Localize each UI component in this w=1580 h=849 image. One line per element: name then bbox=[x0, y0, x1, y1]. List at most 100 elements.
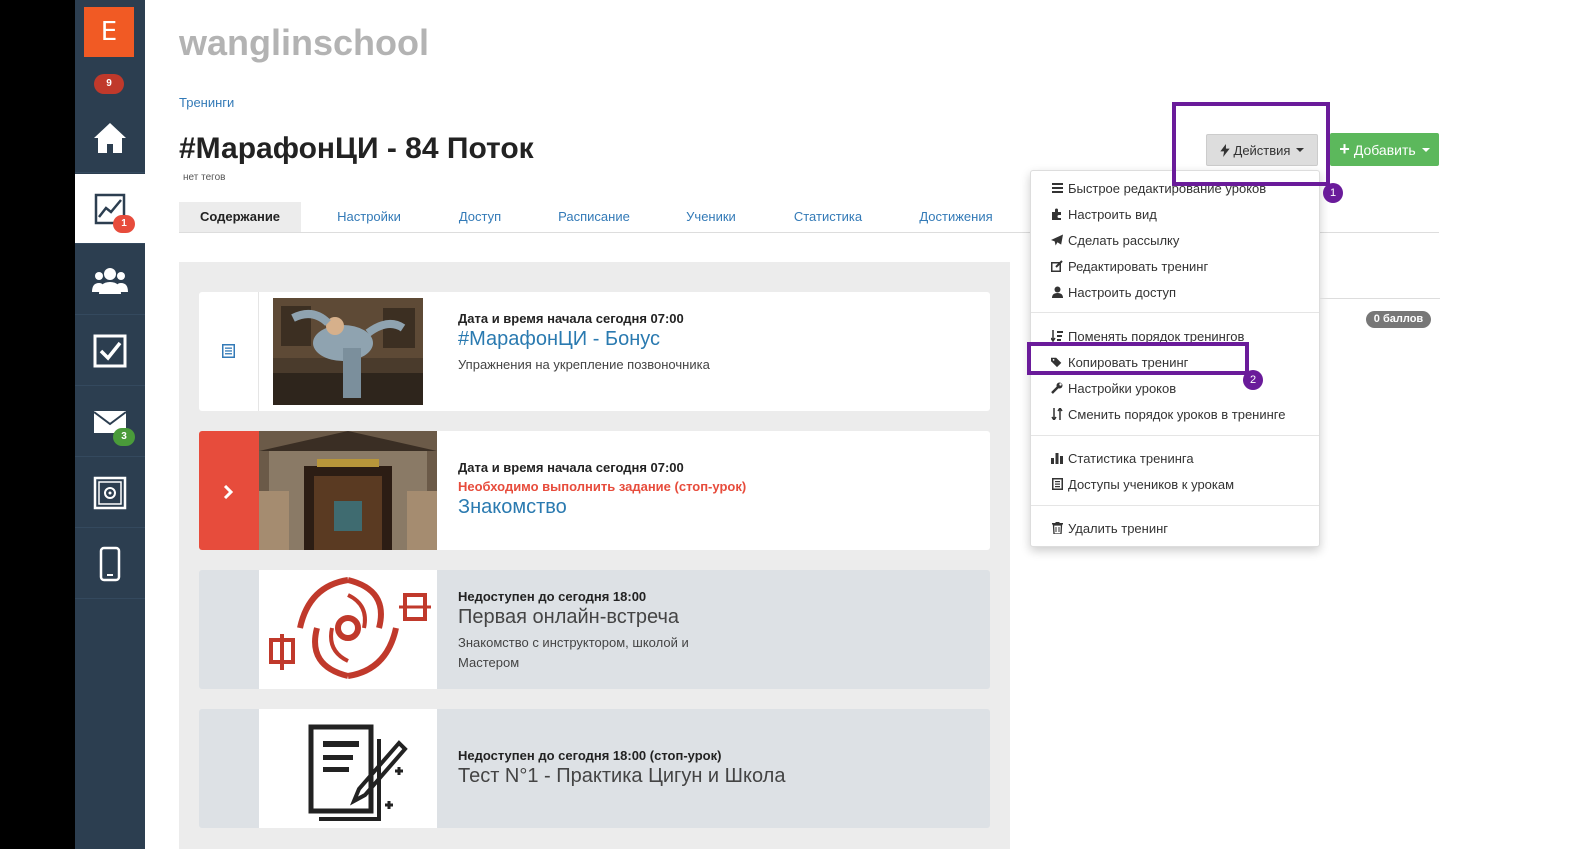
notification-badge[interactable]: 9 bbox=[94, 74, 124, 94]
document-icon bbox=[222, 344, 235, 358]
sidebar: E 9 1 3 bbox=[75, 0, 145, 849]
nav-tasks[interactable] bbox=[75, 316, 145, 386]
lesson-title[interactable]: Знакомство bbox=[458, 496, 746, 519]
logo[interactable]: E bbox=[84, 7, 134, 57]
menu-configure-access[interactable]: Настроить доступ bbox=[1051, 282, 1176, 302]
caret-down-icon bbox=[1421, 147, 1430, 152]
lesson-thumbnail-logo[interactable] bbox=[259, 570, 437, 689]
menu-delete-training[interactable]: Удалить тренинг bbox=[1051, 518, 1168, 538]
menu-label: Настроить вид bbox=[1068, 206, 1157, 222]
nav-safe[interactable] bbox=[75, 458, 145, 528]
school-name[interactable]: wanglinschool bbox=[179, 22, 429, 64]
lesson-title[interactable]: Первая онлайн-встреча bbox=[458, 606, 718, 629]
plus-icon: + bbox=[1339, 139, 1350, 159]
sort-icon bbox=[1051, 329, 1063, 343]
menu-training-stats[interactable]: Статистика тренинга bbox=[1051, 448, 1194, 468]
tab-statistics[interactable]: Статистика bbox=[779, 202, 877, 232]
menu-lesson-settings[interactable]: Настройки уроков bbox=[1051, 378, 1176, 398]
menu-label: Редактировать тренинг bbox=[1068, 258, 1209, 274]
lesson-info: Дата и время начала сегодня 07:00 Необхо… bbox=[458, 460, 746, 519]
lesson-thumbnail-exercise[interactable] bbox=[273, 298, 423, 405]
menu-label: Доступы учеников к урокам bbox=[1068, 476, 1235, 492]
tab-achievements[interactable]: Достижения bbox=[904, 202, 1008, 232]
lesson-thumbnail-gate[interactable] bbox=[259, 431, 437, 550]
lesson-indicator bbox=[199, 292, 259, 411]
nav-messages[interactable]: 3 bbox=[75, 387, 145, 457]
tab-content[interactable]: Содержание bbox=[179, 202, 301, 232]
menu-divider bbox=[1031, 435, 1319, 436]
points-badge: 0 баллов bbox=[1366, 311, 1431, 328]
bars-icon bbox=[1051, 181, 1063, 195]
lesson-item[interactable]: Недоступен до сегодня 18:00 (стоп-урок) … bbox=[199, 709, 990, 828]
lesson-info: Дата и время начала сегодня 07:00 #Мараф… bbox=[458, 311, 718, 375]
menu-send-mailing[interactable]: Сделать рассылку bbox=[1051, 230, 1179, 250]
nav-trainings[interactable]: 1 bbox=[75, 174, 145, 244]
lesson-thumbnail-test[interactable] bbox=[259, 709, 437, 828]
wrench-icon bbox=[1051, 381, 1063, 395]
menu-divider bbox=[1031, 505, 1319, 506]
lesson-date: Недоступен до сегодня 18:00 bbox=[458, 589, 647, 604]
trainings-badge: 1 bbox=[113, 215, 135, 233]
edit-icon bbox=[1051, 259, 1063, 273]
add-label: Добавить bbox=[1353, 141, 1416, 158]
menu-label: Статистика тренинга bbox=[1068, 450, 1194, 466]
lesson-item[interactable]: Недоступен до сегодня 18:00 Первая онлай… bbox=[199, 570, 990, 689]
tab-settings[interactable]: Настройки bbox=[319, 202, 419, 232]
highlight-copy bbox=[1027, 342, 1249, 375]
menu-reorder-lessons[interactable]: Сменить порядок уроков в тренинге bbox=[1051, 404, 1285, 424]
page-title: #МарафонЦИ - 84 Поток bbox=[179, 132, 534, 165]
lesson-description: Упражнения на укрепление позвоночника bbox=[458, 357, 710, 372]
lesson-indicator-current bbox=[199, 431, 259, 550]
list-icon bbox=[1051, 477, 1063, 491]
menu-label: Настроить доступ bbox=[1068, 284, 1177, 300]
lesson-item[interactable]: Дата и время начала сегодня 07:00 #Мараф… bbox=[199, 292, 990, 411]
trash-icon bbox=[1051, 521, 1063, 535]
tags-label: нет тегов bbox=[183, 172, 226, 183]
nav-mobile[interactable] bbox=[75, 529, 145, 599]
user-icon bbox=[1051, 285, 1063, 299]
annotation-1: 1 bbox=[1323, 183, 1343, 203]
mobile-icon bbox=[99, 546, 121, 581]
lesson-date: Дата и время начала сегодня 07:00 bbox=[458, 311, 684, 326]
breadcrumb[interactable]: Тренинги bbox=[179, 95, 234, 110]
lesson-title[interactable]: Тест N°1 - Практика Цигун и Школа bbox=[458, 765, 785, 788]
messages-badge: 3 bbox=[113, 428, 135, 446]
paper-plane-icon bbox=[1051, 233, 1063, 247]
menu-student-access[interactable]: Доступы учеников к урокам bbox=[1051, 474, 1234, 494]
chevron-right-icon bbox=[223, 485, 233, 499]
menu-customize-view[interactable]: Настроить вид bbox=[1051, 204, 1157, 224]
menu-label: Настройки уроков bbox=[1068, 380, 1177, 396]
menu-label: Удалить тренинг bbox=[1068, 520, 1169, 536]
lesson-date: Дата и время начала сегодня 07:00 bbox=[458, 460, 684, 475]
annotation-2: 2 bbox=[1243, 370, 1263, 390]
safe-icon bbox=[93, 476, 127, 509]
lesson-indicator bbox=[199, 709, 259, 828]
checkbox-icon bbox=[93, 334, 127, 367]
tab-students[interactable]: Ученики bbox=[671, 202, 751, 232]
lesson-stop-note: Необходимо выполнить задание (стоп-урок) bbox=[458, 479, 747, 494]
lesson-item[interactable]: Дата и время начала сегодня 07:00 Необхо… bbox=[199, 431, 990, 550]
add-button[interactable]: + Добавить bbox=[1330, 133, 1439, 166]
lesson-indicator bbox=[199, 570, 259, 689]
nav-users[interactable] bbox=[75, 245, 145, 315]
lesson-info: Недоступен до сегодня 18:00 Первая онлай… bbox=[458, 589, 718, 673]
puzzle-icon bbox=[1051, 207, 1063, 221]
menu-label: Сменить порядок уроков в тренинге bbox=[1068, 406, 1286, 422]
menu-edit-training[interactable]: Редактировать тренинг bbox=[1051, 256, 1208, 276]
bar-chart-icon bbox=[1051, 451, 1063, 465]
nav-home[interactable] bbox=[75, 103, 145, 173]
tab-schedule[interactable]: Расписание bbox=[544, 202, 644, 232]
left-margin bbox=[0, 0, 75, 849]
menu-label: Сделать рассылку bbox=[1068, 232, 1180, 248]
tab-access[interactable]: Доступ bbox=[439, 202, 521, 232]
sort-vertical-icon bbox=[1051, 407, 1063, 421]
lesson-info: Недоступен до сегодня 18:00 (стоп-урок) … bbox=[458, 748, 785, 788]
lesson-date: Недоступен до сегодня 18:00 (стоп-урок) bbox=[458, 748, 722, 763]
lesson-title[interactable]: #МарафонЦИ - Бонус bbox=[458, 328, 718, 351]
menu-divider bbox=[1031, 312, 1319, 313]
users-icon bbox=[92, 267, 128, 294]
highlight-actions bbox=[1172, 102, 1330, 186]
lesson-description: Знакомство с инструктором, школой и Маст… bbox=[458, 635, 689, 670]
home-icon bbox=[94, 122, 126, 153]
divider-line bbox=[1320, 298, 1440, 299]
